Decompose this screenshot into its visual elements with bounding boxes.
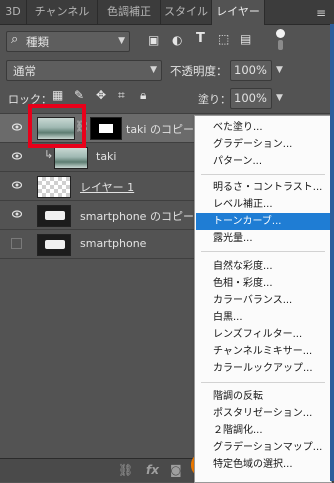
adjustment-layer-menu: べた塗り... グラデーション... パターン... 明るさ・コントラスト...… (194, 115, 332, 483)
tab-channels[interactable]: チャンネル (27, 0, 98, 24)
menu-item-gradient-map[interactable]: グラデーションマップ... (196, 439, 330, 456)
lock-all-icon[interactable]: 🔒︎ (140, 88, 146, 103)
menu-item-vibrance[interactable]: 自然な彩度... (196, 258, 330, 275)
menu-item-gradient[interactable]: グラデーション... (196, 136, 330, 153)
menu-item-exposure[interactable]: 露光量... (196, 230, 330, 247)
menu-separator (201, 251, 325, 252)
lock-position-move-icon[interactable]: ✥ (96, 88, 106, 102)
pixel-layer-filter-icon[interactable]: ▣ (148, 33, 159, 47)
tab-adjustments[interactable]: 色調補正 (98, 0, 161, 24)
filter-kind-label: 種類 (26, 35, 49, 49)
menu-separator (201, 174, 325, 175)
tab-layers[interactable]: レイヤー (212, 0, 265, 25)
shape-layer-filter-icon[interactable]: ⬚ (218, 32, 229, 46)
lock-image-brush-icon[interactable]: ✎ (74, 88, 84, 102)
layer-mask-thumbnail[interactable] (90, 117, 122, 140)
menu-item-posterize[interactable]: ポスタリゼーション... (196, 405, 330, 422)
layer-name: smartphone (80, 237, 147, 250)
scrollbar[interactable] (330, 24, 334, 481)
menu-item-channel-mixer[interactable]: チャンネルミキサー... (196, 343, 330, 360)
search-icon: ⌕ (11, 32, 19, 47)
menu-item-color-balance[interactable]: カラーバランス... (196, 292, 330, 309)
layer-thumbnail[interactable] (37, 205, 71, 227)
menu-item-solid-color[interactable]: べた塗り... (196, 119, 330, 136)
layer-thumbnail[interactable] (37, 176, 71, 198)
menu-separator (201, 382, 325, 383)
layer-name: smartphone のコピー (80, 210, 194, 223)
lock-transparent-icon[interactable]: ▦ (52, 88, 63, 102)
menu-item-curves[interactable]: トーンカーブ... (196, 213, 330, 230)
menu-item-selective-color[interactable]: 特定色域の選択... (196, 456, 330, 473)
visibility-eye-icon[interactable] (12, 180, 22, 190)
link-layers-icon[interactable]: ⛓ (118, 463, 133, 477)
menu-item-brightness-contrast[interactable]: 明るさ・コントラスト... (196, 179, 330, 196)
smart-object-filter-icon[interactable]: ▤ (240, 32, 251, 46)
filter-kind-select[interactable]: ⌕ 種類 ▼ (6, 31, 130, 52)
menu-item-pattern[interactable]: パターン... (196, 153, 330, 170)
opacity-value: 100% (234, 63, 267, 77)
menu-item-black-white[interactable]: 白黒... (196, 309, 330, 326)
menu-item-photo-filter[interactable]: レンズフィルター... (196, 326, 330, 343)
layers-bottom-bar: ⛓ fx ◙ (0, 458, 200, 482)
chevron-down-icon: ▼ (150, 65, 157, 75)
fx-icon[interactable]: fx (146, 463, 159, 477)
opacity-label: 不透明度： (170, 64, 228, 78)
filter-toggle-icon[interactable] (276, 29, 285, 38)
visibility-off-box[interactable] (11, 238, 22, 249)
tab-3d[interactable]: 3D (0, 0, 27, 24)
clipping-arrow-icon: ↳ (44, 148, 54, 161)
layer-thumbnail[interactable] (37, 234, 71, 256)
menu-item-invert[interactable]: 階調の反転 (196, 388, 330, 405)
menu-item-levels[interactable]: レベル補正... (196, 196, 330, 213)
blend-mode-value: 通常 (13, 64, 36, 78)
visibility-eye-icon[interactable] (12, 209, 22, 219)
fill-slider-chevron-icon[interactable]: ▼ (276, 93, 283, 103)
layer-name: taki のコピー (126, 123, 194, 136)
visibility-eye-icon[interactable] (12, 151, 22, 161)
tab-styles[interactable]: スタイル (161, 0, 212, 24)
menu-item-color-lookup[interactable]: カラールックアップ... (196, 360, 330, 377)
add-mask-icon[interactable]: ◙ (170, 463, 182, 477)
panel-menu-icon[interactable]: ≡ (316, 6, 326, 20)
layer-thumbnail[interactable] (54, 147, 88, 169)
layer-name: taki (96, 150, 117, 163)
filter-toggle-stem (278, 40, 283, 50)
opacity-field[interactable]: 100% (230, 60, 272, 81)
fill-label: 塗り： (198, 93, 231, 106)
fill-field[interactable]: 100% (230, 88, 272, 109)
visibility-eye-icon[interactable] (12, 122, 22, 132)
layer-name: レイヤー 1 (80, 181, 135, 194)
annotation-red-highlight (28, 104, 86, 148)
lock-artboard-icon[interactable]: ⌗ (118, 88, 125, 103)
menu-item-hue-saturation[interactable]: 色相・彩度... (196, 275, 330, 292)
fill-value: 100% (234, 91, 267, 105)
adjustment-layer-filter-icon[interactable]: ◐ (172, 33, 182, 47)
chevron-down-icon: ▼ (118, 36, 125, 46)
menu-item-threshold[interactable]: ２階調化... (196, 422, 330, 439)
panel-tabs: 3D チャンネル 色調補正 スタイル レイヤー ≡ (0, 0, 334, 25)
type-layer-filter-icon[interactable]: T (196, 31, 205, 46)
opacity-slider-chevron-icon[interactable]: ▼ (276, 65, 283, 75)
blend-mode-select[interactable]: 通常 ▼ (6, 60, 162, 81)
